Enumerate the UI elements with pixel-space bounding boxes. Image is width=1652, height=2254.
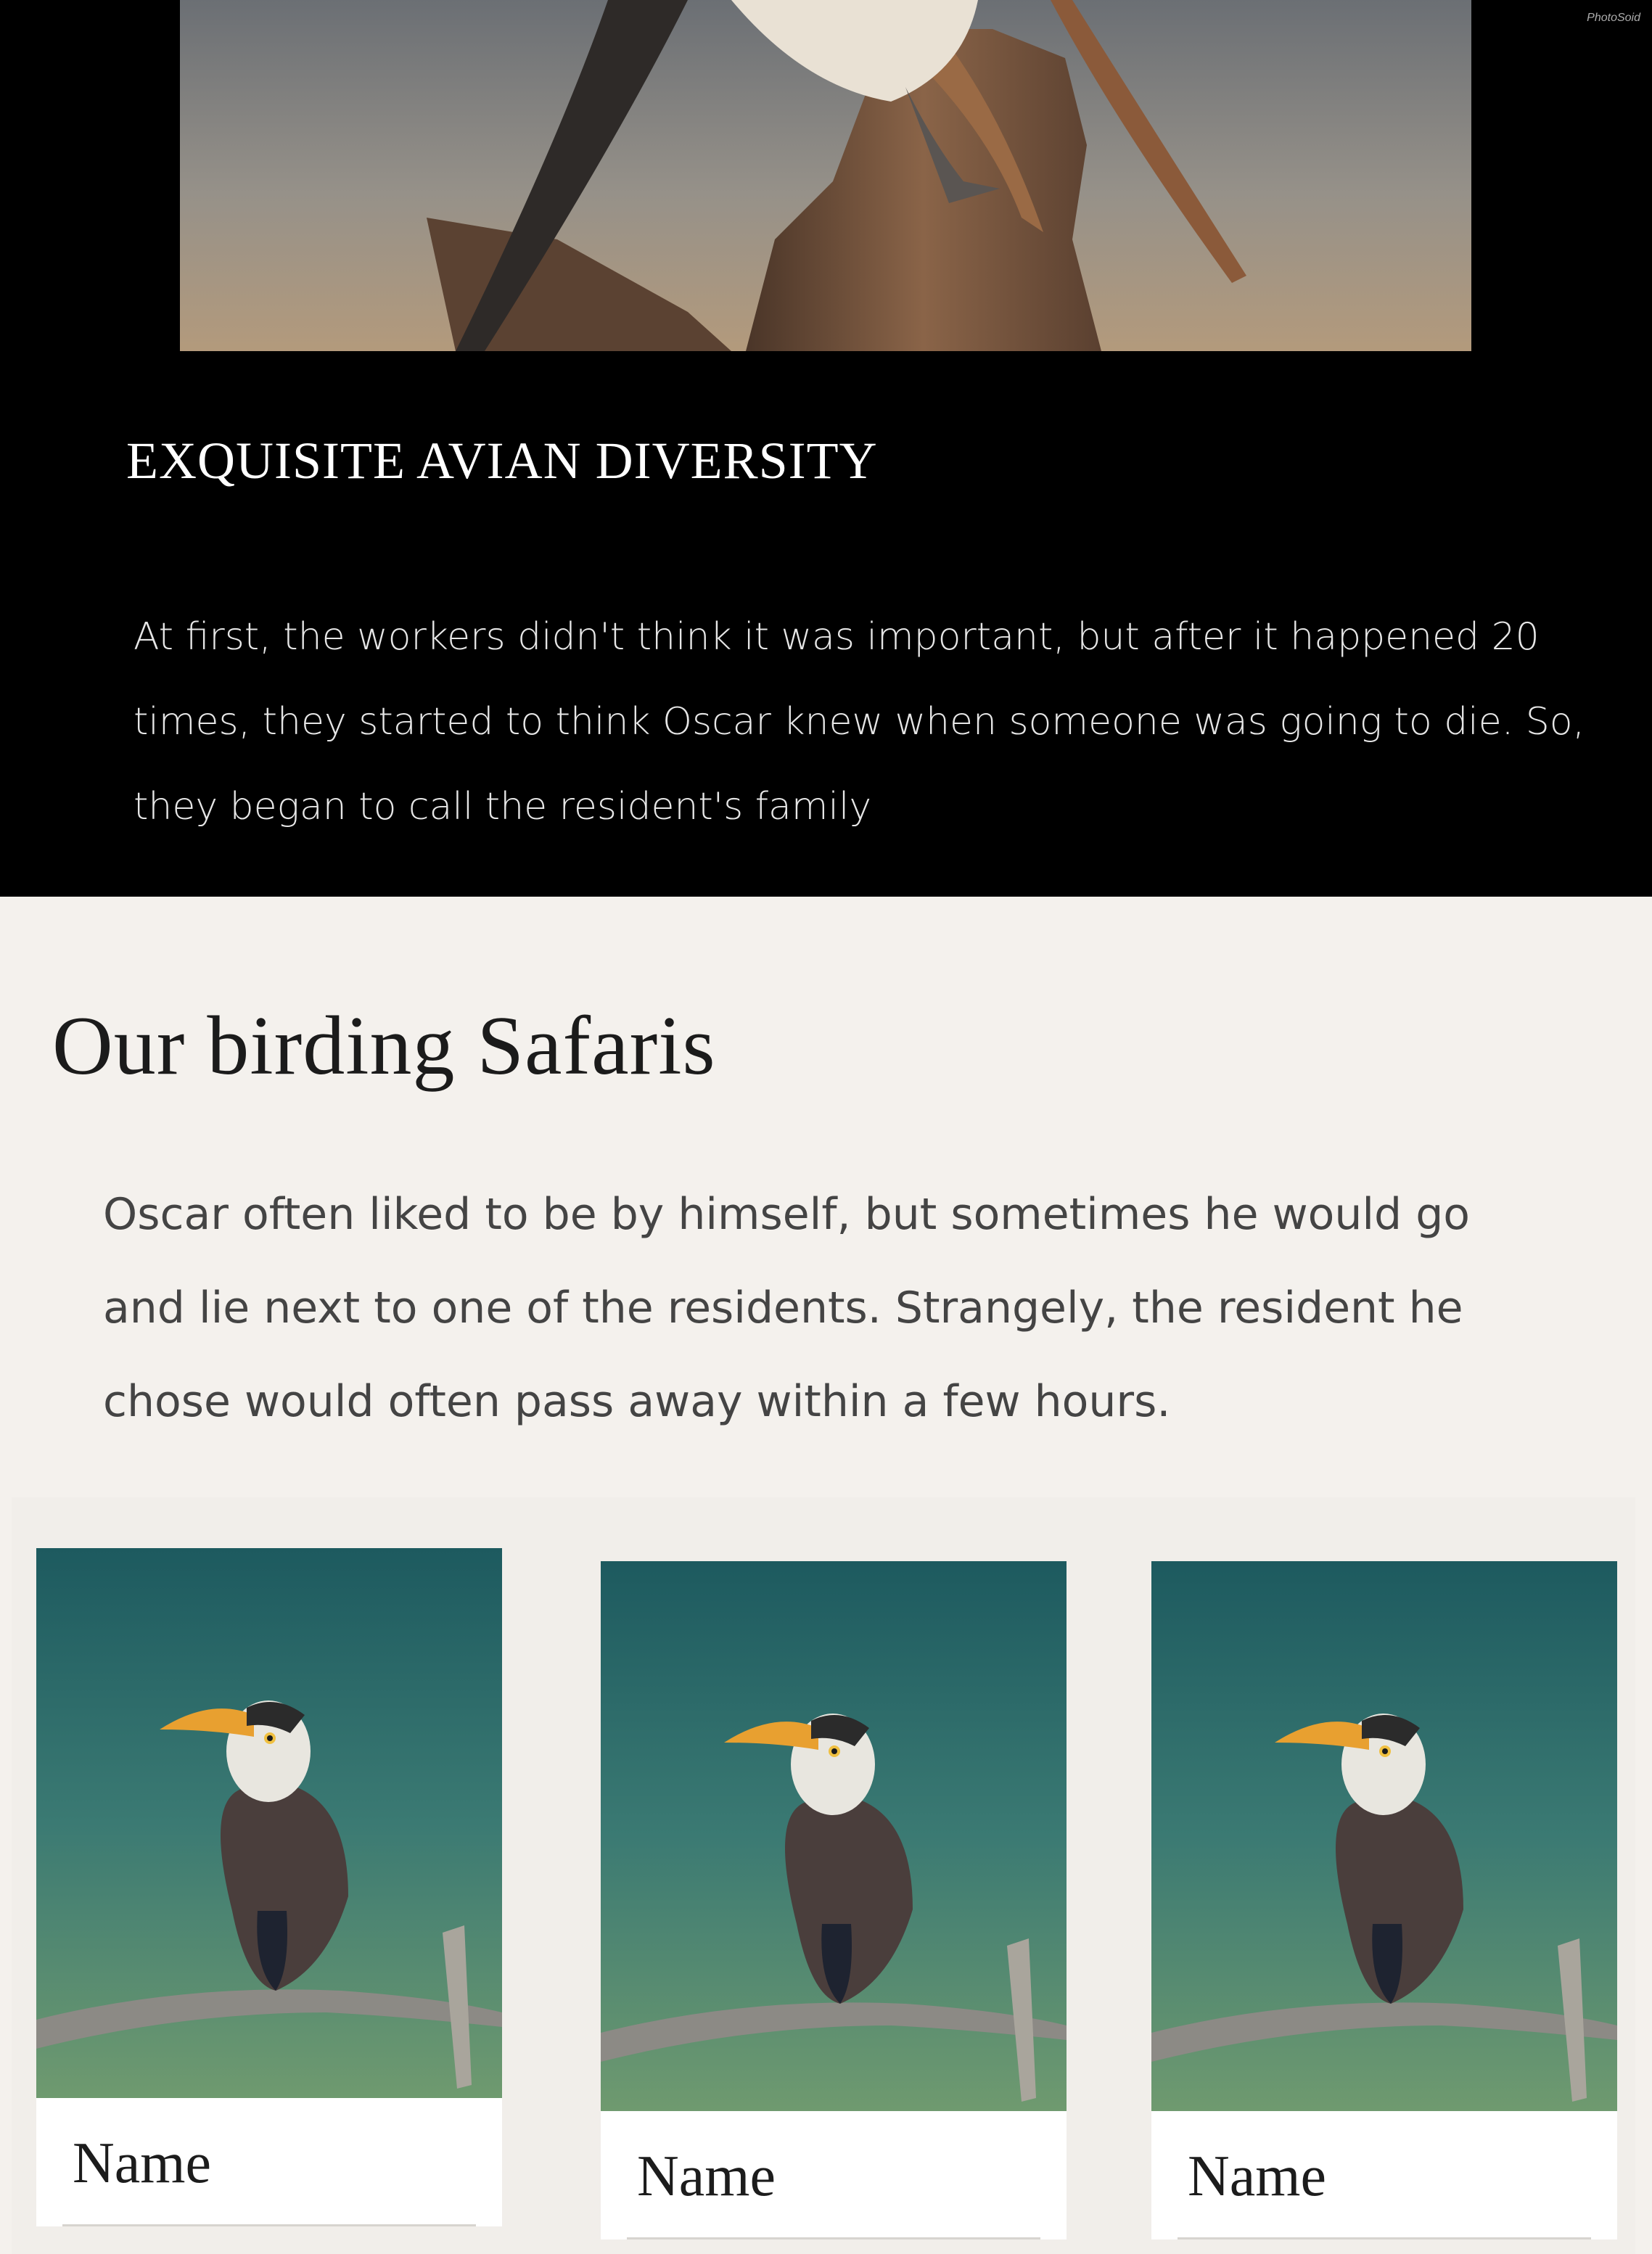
hornbill-photo: [1151, 1561, 1617, 2111]
hero-paragraph: At first, the workers didn't think it wa…: [133, 615, 1585, 828]
card-divider: [1178, 2237, 1591, 2239]
card-divider: [62, 2224, 476, 2226]
section-title: Our birding Safaris: [52, 1000, 716, 1093]
card-divider: [627, 2237, 1040, 2239]
card-name: Name: [73, 2131, 212, 2195]
safari-card[interactable]: Name: [36, 1548, 502, 2226]
watermark-logo: PhotoSoid: [1587, 12, 1640, 24]
hero-title: EXQUISITE AVIAN DIVERSITY: [126, 432, 878, 490]
section-paragraph: Oscar often liked to be by himself, but …: [103, 1189, 1470, 1427]
hornbill-photo: [601, 1561, 1067, 2111]
safari-card[interactable]: Name: [601, 1561, 1067, 2239]
card-name: Name: [637, 2144, 776, 2208]
hero-bird-photo: [180, 0, 1471, 351]
card-name: Name: [1188, 2144, 1327, 2208]
hero-section: PhotoSoid EXQUISITE AVIAN DIVERSITY At f…: [0, 0, 1652, 897]
cards-container: Name Name Name: [12, 1497, 1635, 2254]
hornbill-photo: [36, 1548, 502, 2098]
safari-card[interactable]: Name: [1151, 1561, 1617, 2239]
